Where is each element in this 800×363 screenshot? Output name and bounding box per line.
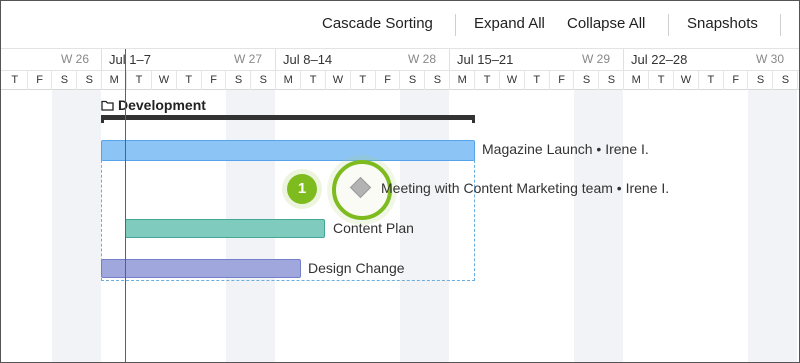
group-row-development[interactable]: Development bbox=[101, 97, 206, 113]
day-cell: S bbox=[749, 71, 774, 90]
cascade-sorting-button[interactable]: Cascade Sorting bbox=[322, 15, 433, 32]
day-cell: W bbox=[500, 71, 525, 90]
day-cell: T bbox=[3, 71, 28, 90]
week-divider bbox=[623, 49, 624, 70]
day-cell: M bbox=[450, 71, 475, 90]
toolbar-separator bbox=[780, 14, 781, 36]
group-summary-bar[interactable] bbox=[101, 115, 475, 123]
today-marker-line bbox=[125, 49, 126, 362]
day-cell: T bbox=[351, 71, 376, 90]
week-range: Jul 15–21 bbox=[457, 52, 514, 67]
group-label: Development bbox=[118, 97, 206, 113]
collapse-all-button[interactable]: Collapse All bbox=[567, 15, 645, 32]
week-number: W 26 bbox=[61, 52, 90, 66]
day-cell: S bbox=[426, 71, 451, 90]
week-range: Jul 8–14 bbox=[283, 52, 333, 67]
gantt-view: Cascade Sorting Expand All Collapse All … bbox=[0, 0, 800, 363]
week-number: W 28 bbox=[408, 52, 437, 66]
day-cell: S bbox=[53, 71, 78, 90]
day-cell: F bbox=[724, 71, 749, 90]
day-cell: F bbox=[550, 71, 575, 90]
toolbar: Cascade Sorting Expand All Collapse All … bbox=[1, 1, 799, 49]
day-cell: W bbox=[326, 71, 351, 90]
day-cell: S bbox=[252, 71, 277, 90]
day-cell: W bbox=[674, 71, 699, 90]
day-cell: S bbox=[774, 71, 799, 90]
week-divider bbox=[449, 49, 450, 70]
task-label-design-change: Design Change bbox=[308, 260, 405, 276]
week-divider bbox=[101, 49, 102, 70]
task-label-magazine-launch: Magazine Launch • Irene I. bbox=[482, 141, 649, 157]
day-cell: T bbox=[525, 71, 550, 90]
day-cell: M bbox=[102, 71, 127, 90]
day-cell: S bbox=[600, 71, 625, 90]
day-cell: T bbox=[475, 71, 500, 90]
day-cell: W bbox=[152, 71, 177, 90]
day-cell: T bbox=[127, 71, 152, 90]
day-cell: M bbox=[625, 71, 649, 90]
folder-icon bbox=[101, 100, 114, 111]
day-cell: T bbox=[301, 71, 326, 90]
day-cell: S bbox=[575, 71, 600, 90]
week-number: W 29 bbox=[582, 52, 611, 66]
week-range: Jul 22–28 bbox=[631, 52, 688, 67]
week-range: Jul 1–7 bbox=[109, 52, 151, 67]
week-header-row: W 26 Jul 1–7 W 27 Jul 8–14 W 28 Jul 15–2… bbox=[1, 49, 799, 70]
week-number: W 30 bbox=[756, 52, 785, 66]
day-cell: T bbox=[699, 71, 724, 90]
day-cell: S bbox=[227, 71, 252, 90]
day-cell: M bbox=[276, 71, 301, 90]
day-cell: F bbox=[28, 71, 53, 90]
task-label-content-plan: Content Plan bbox=[333, 220, 414, 236]
task-bar-design-change[interactable] bbox=[101, 259, 301, 278]
day-cell: T bbox=[649, 71, 674, 90]
toolbar-separator bbox=[668, 14, 669, 36]
toolbar-separator bbox=[455, 14, 456, 36]
task-label-meeting: Meeting with Content Marketing team • Ir… bbox=[381, 180, 670, 196]
day-cell: F bbox=[202, 71, 227, 90]
gantt-chart-area: Development Magazine Launch • Irene I. 1… bbox=[1, 90, 799, 362]
expand-all-button[interactable]: Expand All bbox=[474, 15, 545, 32]
day-cell: S bbox=[78, 71, 103, 90]
task-bar-magazine-launch[interactable] bbox=[101, 140, 475, 161]
weekend-shade bbox=[748, 90, 797, 362]
day-header-row: TFSSMTWTFSSMTWTFSSMTWTFSSMTWTFSS bbox=[1, 70, 799, 90]
task-bar-content-plan[interactable] bbox=[125, 219, 325, 238]
week-number: W 27 bbox=[234, 52, 263, 66]
day-cell: S bbox=[401, 71, 426, 90]
weekend-shade bbox=[574, 90, 623, 362]
snapshots-button[interactable]: Snapshots bbox=[687, 15, 758, 32]
week-divider bbox=[275, 49, 276, 70]
day-cell: F bbox=[376, 71, 401, 90]
hint-step-badge: 1 bbox=[287, 174, 317, 204]
day-cell: T bbox=[177, 71, 202, 90]
weekend-shade bbox=[52, 90, 101, 362]
